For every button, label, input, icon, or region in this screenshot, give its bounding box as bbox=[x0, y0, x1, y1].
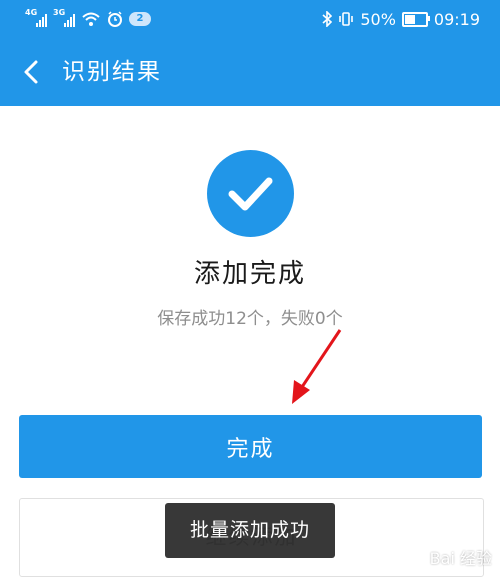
back-icon bbox=[24, 60, 38, 84]
result-title: 添加完成 bbox=[193, 259, 306, 289]
watermark-logo: Bai 经验 bbox=[429, 549, 492, 568]
bluetooth-icon bbox=[322, 11, 333, 27]
battery-percent: 50% bbox=[360, 9, 396, 29]
status-time: 09:19 bbox=[433, 9, 480, 29]
signal-icon: 4G bbox=[25, 8, 47, 27]
back-button[interactable] bbox=[18, 55, 50, 89]
success-check bbox=[207, 150, 294, 237]
alarm-icon bbox=[108, 11, 122, 27]
result-summary: 保存成功12个，失败0个 bbox=[157, 309, 343, 329]
annotation-arrow bbox=[292, 329, 342, 404]
status-right: 50% 09:19 bbox=[322, 9, 480, 29]
check-icon bbox=[228, 177, 273, 211]
signal-icon: 3G bbox=[53, 8, 75, 27]
done-button[interactable]: 完成 bbox=[19, 415, 482, 478]
notification-badge: 2 bbox=[129, 12, 151, 26]
status-left: 4G 3G 2 bbox=[25, 8, 151, 29]
status-bar: 4G 3G 2 50% 09:19 bbox=[0, 0, 500, 38]
app-bar: 识别结果 bbox=[0, 38, 500, 106]
wifi-icon bbox=[82, 12, 100, 26]
page-title: 识别结果 bbox=[62, 59, 162, 85]
battery-icon bbox=[401, 11, 430, 27]
toast-message: 批量添加成功 bbox=[165, 503, 335, 558]
vibrate-icon bbox=[339, 12, 354, 26]
